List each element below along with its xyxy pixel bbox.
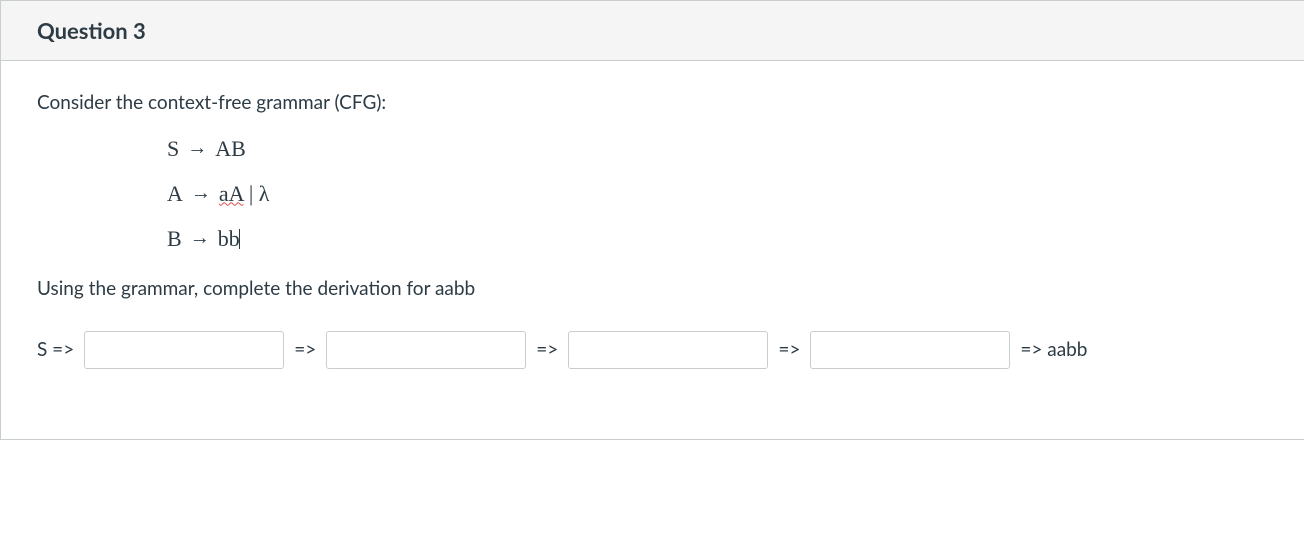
question-container: Question 3 Consider the context-free gra… <box>0 0 1304 440</box>
rule-3-left: B <box>167 222 182 255</box>
derivation-sep-2: => <box>536 336 558 365</box>
rule-3-right: bb <box>218 226 240 251</box>
rule-1-left: S <box>167 132 179 165</box>
grammar-rules: S → AB A → aA | λ B → bb <box>167 132 1268 255</box>
arrow-icon: → <box>187 133 207 163</box>
arrow-icon: → <box>190 223 210 253</box>
arrow-icon: → <box>191 178 211 208</box>
grammar-rule-1: S → AB <box>167 132 1268 165</box>
question-body: Consider the context-free grammar (CFG):… <box>1 61 1304 439</box>
derivation-sep-1: => <box>294 336 316 365</box>
instruction-text: Using the grammar, complete the derivati… <box>37 275 1268 304</box>
derivation-start: S => <box>37 336 74 365</box>
derivation-input-3[interactable] <box>568 331 768 369</box>
rule-1-right: AB <box>215 132 246 165</box>
rule-2-sep: | <box>243 181 258 206</box>
intro-text: Consider the context-free grammar (CFG): <box>37 89 1268 118</box>
derivation-input-4[interactable] <box>810 331 1010 369</box>
derivation-input-1[interactable] <box>84 331 284 369</box>
rule-2-right-b: λ <box>259 181 270 206</box>
rule-2-left: A <box>167 177 183 210</box>
rule-2-right-a: aA <box>219 181 243 206</box>
question-header: Question 3 <box>1 1 1304 61</box>
grammar-rule-3: B → bb <box>167 222 1268 255</box>
derivation-final: => aabb <box>1020 336 1087 365</box>
text-cursor-icon <box>239 229 240 249</box>
grammar-rule-2: A → aA | λ <box>167 177 1268 210</box>
derivation-input-2[interactable] <box>326 331 526 369</box>
derivation-sep-3: => <box>778 336 800 365</box>
derivation-row: S => => => => => aabb <box>37 331 1268 369</box>
question-title: Question 3 <box>37 17 1268 44</box>
